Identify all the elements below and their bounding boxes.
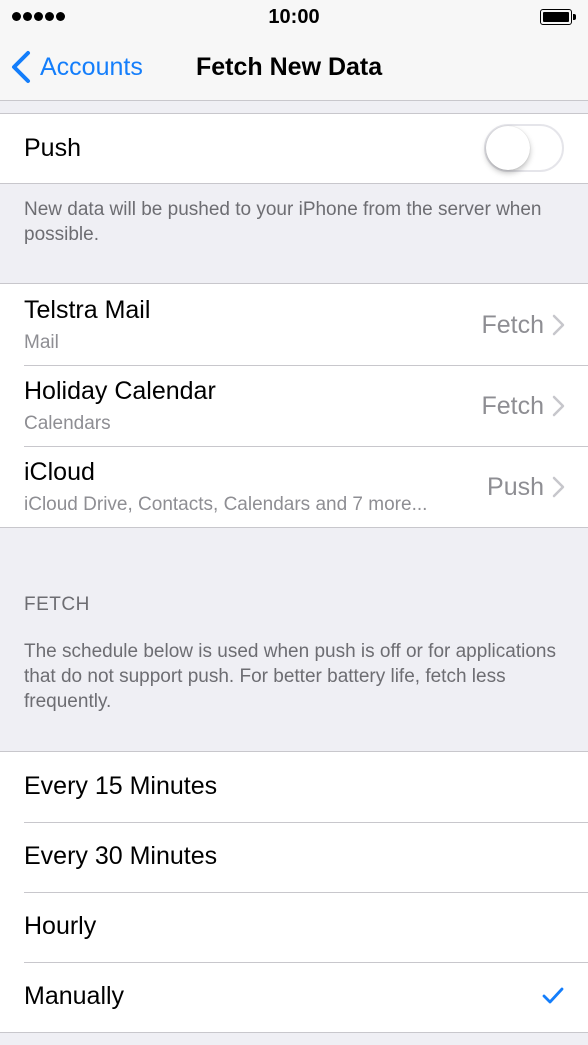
account-row-icloud[interactable]: iCloud iCloud Drive, Contacts, Calendars… <box>0 446 588 527</box>
status-bar: 10:00 <box>0 0 588 34</box>
fetch-description: The schedule below is used when push is … <box>24 641 556 712</box>
account-fetch-mode: Fetch <box>481 392 544 420</box>
page-title: Fetch New Data <box>196 53 383 81</box>
fetch-option-manually[interactable]: Manually <box>0 962 588 1032</box>
back-button-label: Accounts <box>40 52 143 81</box>
checkmark-icon <box>542 987 564 1004</box>
account-row-holiday-calendar[interactable]: Holiday Calendar Calendars Fetch <box>0 365 588 446</box>
push-label: Push <box>24 134 81 162</box>
fetch-option-hourly[interactable]: Hourly <box>0 892 588 962</box>
chevron-right-icon <box>552 395 565 417</box>
account-subtitle: iCloud Drive, Contacts, Calendars and 7 … <box>24 494 428 515</box>
account-title: Holiday Calendar <box>24 377 216 405</box>
fetch-option-label: Every 30 Minutes <box>24 842 218 870</box>
account-title: iCloud <box>24 458 95 486</box>
status-time: 10:00 <box>268 6 320 28</box>
account-fetch-mode: Fetch <box>481 311 544 339</box>
push-description: New data will be pushed to your iPhone f… <box>24 199 542 245</box>
toggle-knob <box>486 126 530 170</box>
fetch-option-label: Every 15 Minutes <box>24 772 218 800</box>
fetch-option-every-15-minutes[interactable]: Every 15 Minutes <box>0 752 588 822</box>
chevron-right-icon <box>552 476 565 498</box>
push-group: Push <box>0 113 588 184</box>
fetch-schedule-group: Every 15 Minutes Every 30 Minutes Hourly… <box>0 751 588 1033</box>
battery-icon <box>540 9 576 25</box>
fetch-option-label: Manually <box>24 982 125 1010</box>
account-row-telstra-mail[interactable]: Telstra Mail Mail Fetch <box>0 284 588 365</box>
account-fetch-mode: Push <box>487 473 544 501</box>
account-subtitle: Calendars <box>24 413 111 434</box>
fetch-section-header: FETCH <box>24 594 90 615</box>
accounts-group: Telstra Mail Mail Fetch Holiday Calendar… <box>0 283 588 528</box>
account-subtitle: Mail <box>24 332 59 353</box>
chevron-right-icon <box>552 314 565 336</box>
chevron-left-icon <box>12 51 30 83</box>
push-toggle[interactable] <box>484 124 564 172</box>
navigation-bar: Accounts Fetch New Data <box>0 34 588 101</box>
back-button[interactable]: Accounts <box>10 34 143 100</box>
account-title: Telstra Mail <box>24 296 151 324</box>
fetch-option-label: Hourly <box>24 912 97 940</box>
push-row: Push <box>0 114 588 183</box>
fetch-option-every-30-minutes[interactable]: Every 30 Minutes <box>0 822 588 892</box>
